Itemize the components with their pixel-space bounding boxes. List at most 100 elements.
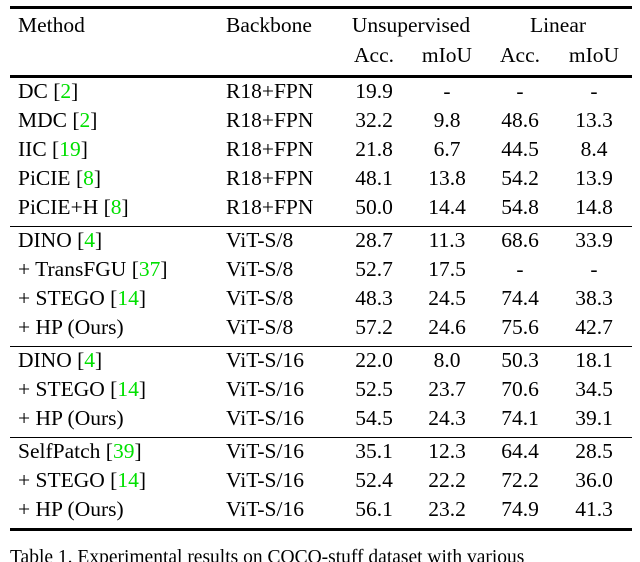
cell-backbone: R18+FPN <box>226 108 314 132</box>
citation-bracket-open: [ <box>98 195 111 219</box>
citation-reference[interactable]: [14] <box>105 377 146 401</box>
citation-reference[interactable]: [4] <box>72 348 102 372</box>
cell-backbone: ViT-S/16 <box>226 497 304 521</box>
cell-linear-acc: - <box>516 257 524 281</box>
method-name: IIC <box>18 137 47 161</box>
cell-method: DINO [4] <box>10 227 222 259</box>
cell-linear-miou: 41.3 <box>575 497 613 521</box>
table-row: IIC [19] R18+FPN 21.8 6.7 44.5 8.4 <box>10 137 632 168</box>
citation-bracket-close: ] <box>138 377 146 401</box>
table-row: + STEGO [14] ViT-S/16 52.4 22.2 72.2 36.0 <box>10 468 632 499</box>
citation-number: 4 <box>84 348 96 372</box>
cell-unsupervised-acc: 50.0 <box>355 195 393 219</box>
table-body: Method Backbone Unsupervised Linear Acc.… <box>10 6 632 78</box>
citation-bracket-close: ] <box>160 257 168 281</box>
method-name: + STEGO <box>18 377 105 401</box>
cell-unsupervised-miou: 14.4 <box>428 195 466 219</box>
citation-number: 8 <box>110 195 122 219</box>
cell-linear-miou: 8.4 <box>580 137 608 161</box>
cell-method: IIC [19] <box>10 137 222 168</box>
citation-number: 14 <box>117 468 139 492</box>
citation-bracket-close: ] <box>71 79 79 103</box>
cell-linear-miou: 14.8 <box>575 195 613 219</box>
cell-linear-miou: 33.9 <box>575 228 613 252</box>
citation-bracket-close: ] <box>134 439 142 463</box>
cell-linear-acc: 75.6 <box>501 315 539 339</box>
citation-reference[interactable]: [19] <box>47 137 88 161</box>
citation-bracket-open: [ <box>71 348 85 372</box>
cell-unsupervised-miou: 9.8 <box>433 108 461 132</box>
cell-linear-acc: 48.6 <box>501 108 539 132</box>
method-name: + HP (Ours) <box>18 406 124 430</box>
citation-reference[interactable]: [2] <box>67 108 97 132</box>
citation-bracket-open: [ <box>104 377 118 401</box>
cell-linear-miou: 42.7 <box>575 315 613 339</box>
citation-reference[interactable]: [8] <box>98 195 129 219</box>
cell-linear-miou: 13.9 <box>575 166 613 190</box>
citation-bracket-close: ] <box>80 137 88 161</box>
table-row: + STEGO [14] ViT-S/16 52.5 23.7 70.6 34.5 <box>10 377 632 408</box>
citation-reference[interactable]: [37] <box>126 257 168 281</box>
cell-linear-miou: - <box>590 257 598 281</box>
header-linear-acc: Acc. <box>500 43 540 67</box>
citation-bracket-close: ] <box>93 166 102 190</box>
header-group-linear: Linear <box>529 13 587 37</box>
cell-unsupervised-miou: 17.5 <box>428 257 466 281</box>
cell-backbone: ViT-S/16 <box>226 348 304 372</box>
cell-backbone: ViT-S/16 <box>226 468 304 492</box>
citation-bracket-close: ] <box>121 195 129 219</box>
citation-number: 2 <box>60 79 72 103</box>
cell-linear-acc: 70.6 <box>501 377 539 401</box>
method-name: SelfPatch <box>18 439 101 463</box>
citation-bracket-open: [ <box>66 108 80 132</box>
cell-unsupervised-acc: 52.7 <box>355 257 393 281</box>
citation-bracket-open: [ <box>104 286 118 310</box>
citation-reference[interactable]: [14] <box>105 468 146 492</box>
cell-unsupervised-acc: 54.5 <box>355 406 393 430</box>
citation-number: 4 <box>84 228 96 252</box>
cell-linear-acc: 74.4 <box>501 286 539 310</box>
method-name: PiCIE+H <box>18 195 99 219</box>
table-caption: Table 1. Experimental results on COCO-st… <box>10 547 525 562</box>
citation-reference[interactable]: [39] <box>100 439 142 463</box>
cell-linear-acc: 64.4 <box>501 439 539 463</box>
citation-number: 8 <box>83 166 94 190</box>
cell-unsupervised-acc: 57.2 <box>355 315 393 339</box>
citation-bracket-close: ] <box>90 108 98 132</box>
cell-unsupervised-acc: 35.1 <box>355 439 393 463</box>
citation-bracket-open: [ <box>104 468 118 492</box>
cell-backbone: ViT-S/8 <box>226 286 294 310</box>
header-linear-miou: mIoU <box>568 43 620 67</box>
cell-linear-miou: 18.1 <box>575 348 613 372</box>
citation-reference[interactable]: [8] <box>71 166 101 190</box>
table-row: DINO [4] ViT-S/16 22.0 8.0 50.3 18.1 <box>10 347 632 379</box>
cell-unsupervised-acc: 52.5 <box>355 377 393 401</box>
citation-bracket-open: [ <box>126 257 139 281</box>
citation-bracket-close: ] <box>138 286 146 310</box>
citation-number: 19 <box>59 137 81 161</box>
table-row: + HP (Ours) ViT-S/16 54.5 24.3 74.1 39.1 <box>10 406 632 438</box>
cell-backbone: ViT-S/16 <box>226 377 304 401</box>
cell-backbone: ViT-S/8 <box>226 257 294 281</box>
method-name: + HP (Ours) <box>18 497 124 521</box>
citation-bracket-open: [ <box>71 228 85 252</box>
citation-reference[interactable]: [2] <box>48 79 78 103</box>
citation-reference[interactable]: [14] <box>105 286 146 310</box>
cell-method: PiCIE [8] <box>10 166 222 197</box>
cell-backbone: ViT-S/16 <box>226 439 304 463</box>
cell-unsupervised-miou: 23.2 <box>428 497 466 521</box>
cell-backbone: ViT-S/8 <box>226 228 294 252</box>
method-name: PiCIE <box>18 166 71 190</box>
cell-unsupervised-miou: 8.0 <box>433 348 461 372</box>
citation-reference[interactable]: [4] <box>72 228 102 252</box>
method-name: DINO <box>18 348 72 372</box>
citation-number: 39 <box>112 439 135 463</box>
citation-bracket-open: [ <box>46 137 60 161</box>
method-name: DINO <box>18 228 72 252</box>
table-row: DINO [4] ViT-S/8 28.7 11.3 68.6 33.9 <box>10 227 632 259</box>
cell-linear-acc: 54.8 <box>501 195 539 219</box>
cell-linear-acc: 72.2 <box>501 468 539 492</box>
header-group-unsupervised: Unsupervised <box>351 13 471 37</box>
cell-method: + TransFGU [37] <box>10 257 222 288</box>
table-row: + STEGO [14] ViT-S/8 48.3 24.5 74.4 38.3 <box>10 286 632 317</box>
